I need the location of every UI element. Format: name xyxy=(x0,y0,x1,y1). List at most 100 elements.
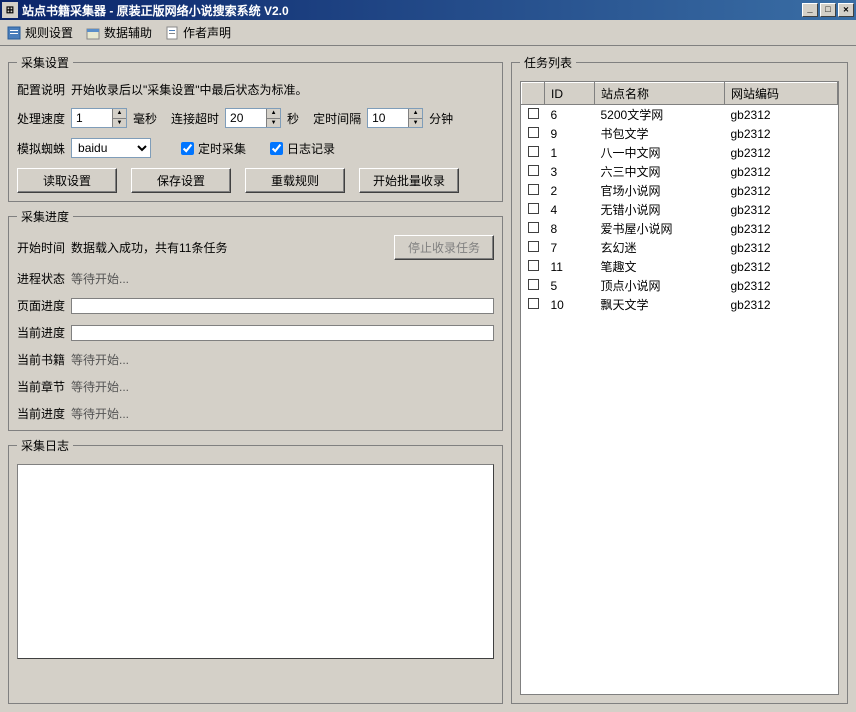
window-titlebar: ⊞ 站点书籍采集器 - 原装正版网络小说搜索系统 V2.0 _ □ ✕ xyxy=(0,0,856,20)
table-row[interactable]: 9书包文学gb2312 xyxy=(522,124,838,143)
app-icon: ⊞ xyxy=(2,2,18,18)
cell-name: 顶点小说网 xyxy=(595,276,725,295)
table-row[interactable]: 2官场小说网gb2312 xyxy=(522,181,838,200)
cell-name: 爱书屋小说网 xyxy=(595,219,725,238)
cell-name: 无错小说网 xyxy=(595,200,725,219)
config-label: 配置说明 xyxy=(17,81,65,98)
interval-label: 定时间隔 xyxy=(313,110,361,127)
cell-id: 10 xyxy=(545,295,595,314)
col-check[interactable] xyxy=(522,83,545,105)
start-time-label: 开始时间 xyxy=(17,239,65,256)
speed-label: 处理速度 xyxy=(17,110,65,127)
col-id[interactable]: ID xyxy=(545,83,595,105)
cell-id: 1 xyxy=(545,143,595,162)
table-row[interactable]: 4无错小说网gb2312 xyxy=(522,200,838,219)
row-checkbox[interactable] xyxy=(528,146,539,157)
curr-prog2-label: 当前进度 xyxy=(17,405,65,422)
row-checkbox[interactable] xyxy=(528,222,539,233)
row-checkbox[interactable] xyxy=(528,203,539,214)
toolbar-author[interactable]: 作者声明 xyxy=(164,24,231,41)
curr-prog-label: 当前进度 xyxy=(17,324,65,341)
row-checkbox[interactable] xyxy=(528,241,539,252)
spin-down-icon[interactable]: ▼ xyxy=(112,119,126,128)
table-row[interactable]: 8爱书屋小说网gb2312 xyxy=(522,219,838,238)
row-checkbox[interactable] xyxy=(528,127,539,138)
interval-unit: 分钟 xyxy=(429,110,453,127)
col-encoding[interactable]: 网站编码 xyxy=(725,83,838,105)
row-checkbox[interactable] xyxy=(528,184,539,195)
spin-up-icon[interactable]: ▲ xyxy=(266,109,280,119)
collect-legend: 采集设置 xyxy=(17,54,73,71)
cell-id: 2 xyxy=(545,181,595,200)
log-textarea[interactable] xyxy=(17,464,494,659)
table-row[interactable]: 65200文学网gb2312 xyxy=(522,105,838,125)
cell-encoding: gb2312 xyxy=(725,143,838,162)
row-checkbox[interactable] xyxy=(528,298,539,309)
cell-name: 六三中文网 xyxy=(595,162,725,181)
cell-id: 11 xyxy=(545,257,595,276)
proc-state-label: 进程状态 xyxy=(17,270,65,287)
spin-up-icon[interactable]: ▲ xyxy=(408,109,422,119)
maximize-button[interactable]: □ xyxy=(820,3,836,17)
log-record-checkbox[interactable]: 日志记录 xyxy=(270,140,335,157)
row-checkbox[interactable] xyxy=(528,165,539,176)
cell-encoding: gb2312 xyxy=(725,181,838,200)
close-button[interactable]: ✕ xyxy=(838,3,854,17)
spider-select[interactable]: baidu xyxy=(71,138,151,158)
curr-chap-value: 等待开始... xyxy=(71,378,129,395)
stop-button: 停止收录任务 xyxy=(394,235,494,260)
row-checkbox[interactable] xyxy=(528,108,539,119)
cell-name: 书包文学 xyxy=(595,124,725,143)
minimize-button[interactable]: _ xyxy=(802,3,818,17)
speed-input[interactable]: ▲▼ xyxy=(71,108,127,128)
toolbar-data[interactable]: 数据辅助 xyxy=(85,24,152,41)
toolbar: 规则设置 数据辅助 作者声明 xyxy=(0,20,856,46)
table-row[interactable]: 3六三中文网gb2312 xyxy=(522,162,838,181)
cell-encoding: gb2312 xyxy=(725,219,838,238)
interval-input[interactable]: ▲▼ xyxy=(367,108,423,128)
toolbar-rules[interactable]: 规则设置 xyxy=(6,24,73,41)
curr-book-label: 当前书籍 xyxy=(17,351,65,368)
spin-up-icon[interactable]: ▲ xyxy=(112,109,126,119)
collect-settings-group: 采集设置 配置说明 开始收录后以"采集设置"中最后状态为标准。 处理速度 ▲▼ … xyxy=(8,54,503,202)
table-row[interactable]: 7玄幻迷gb2312 xyxy=(522,238,838,257)
table-row[interactable]: 11笔趣文gb2312 xyxy=(522,257,838,276)
start-batch-button[interactable]: 开始批量收录 xyxy=(359,168,459,193)
spin-down-icon[interactable]: ▼ xyxy=(408,119,422,128)
table-row[interactable]: 10飘天文学gb2312 xyxy=(522,295,838,314)
timeout-input[interactable]: ▲▼ xyxy=(225,108,281,128)
table-row[interactable]: 1八一中文网gb2312 xyxy=(522,143,838,162)
log-group: 采集日志 xyxy=(8,437,503,704)
toolbar-data-label: 数据辅助 xyxy=(104,24,152,41)
cell-id: 7 xyxy=(545,238,595,257)
table-row[interactable]: 5顶点小说网gb2312 xyxy=(522,276,838,295)
spider-label: 模拟蜘蛛 xyxy=(17,140,65,157)
col-name[interactable]: 站点名称 xyxy=(595,83,725,105)
rules-icon xyxy=(6,25,22,41)
cell-id: 6 xyxy=(545,105,595,125)
cell-name: 5200文学网 xyxy=(595,105,725,125)
progress-group: 采集进度 开始时间 数据载入成功，共有11条任务 停止收录任务 进程状态 等待开… xyxy=(8,208,503,431)
timed-collect-checkbox[interactable]: 定时采集 xyxy=(181,140,246,157)
cell-encoding: gb2312 xyxy=(725,276,838,295)
cell-encoding: gb2312 xyxy=(725,200,838,219)
spin-down-icon[interactable]: ▼ xyxy=(266,119,280,128)
curr-chap-label: 当前章节 xyxy=(17,378,65,395)
progress-legend: 采集进度 xyxy=(17,208,73,225)
window-title: 站点书籍采集器 - 原装正版网络小说搜索系统 V2.0 xyxy=(22,2,802,19)
cell-id: 8 xyxy=(545,219,595,238)
cell-name: 笔趣文 xyxy=(595,257,725,276)
row-checkbox[interactable] xyxy=(528,279,539,290)
toolbar-rules-label: 规则设置 xyxy=(25,24,73,41)
cell-encoding: gb2312 xyxy=(725,295,838,314)
save-settings-button[interactable]: 保存设置 xyxy=(131,168,231,193)
task-list[interactable]: ID 站点名称 网站编码 65200文学网gb23129书包文学gb23121八… xyxy=(520,81,839,695)
cell-name: 八一中文网 xyxy=(595,143,725,162)
cell-encoding: gb2312 xyxy=(725,124,838,143)
read-settings-button[interactable]: 读取设置 xyxy=(17,168,117,193)
cell-encoding: gb2312 xyxy=(725,162,838,181)
reload-rules-button[interactable]: 重载规则 xyxy=(245,168,345,193)
row-checkbox[interactable] xyxy=(528,260,539,271)
cell-name: 玄幻迷 xyxy=(595,238,725,257)
page-prog-label: 页面进度 xyxy=(17,297,65,314)
